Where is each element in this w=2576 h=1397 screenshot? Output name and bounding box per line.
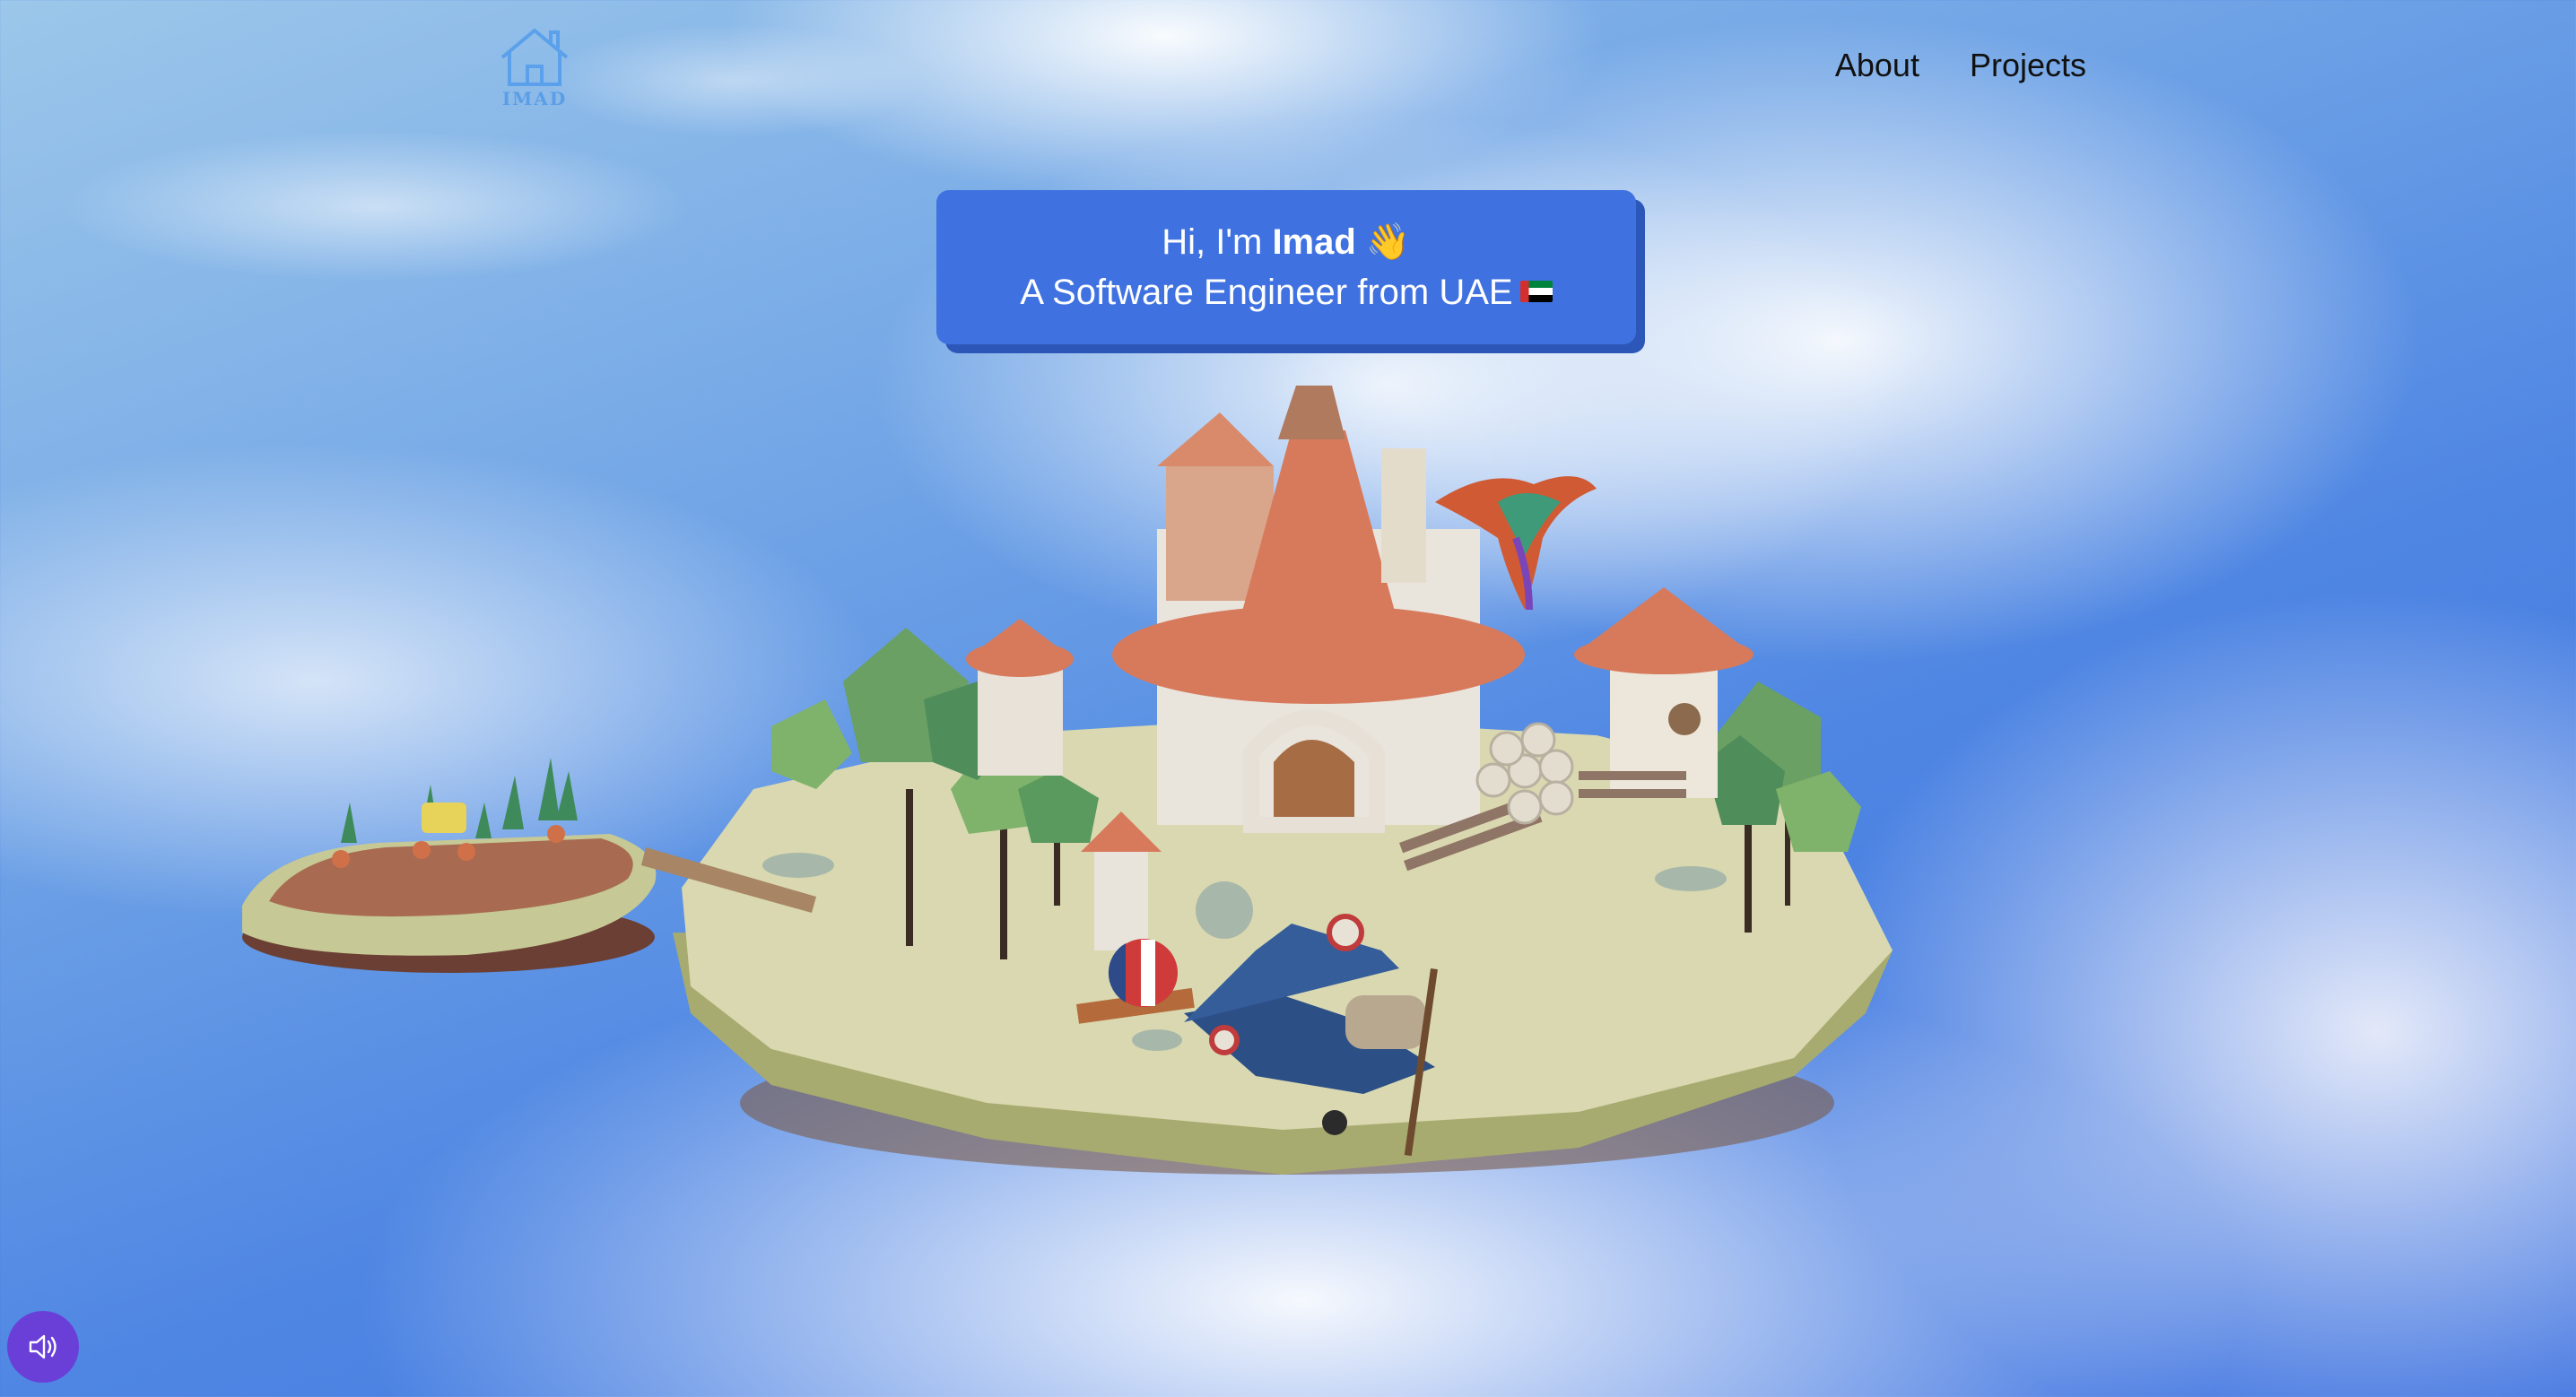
intro-greeting-line: Hi, I'm Imad 👋 bbox=[936, 217, 1636, 267]
top-nav: About Projects bbox=[1835, 47, 2086, 84]
intro-tagline: A Software Engineer from UAE bbox=[1020, 273, 1513, 312]
wave-emoji-icon: 👋 bbox=[1365, 222, 1411, 262]
house-icon bbox=[500, 29, 569, 86]
logo-text: IMAD bbox=[501, 88, 568, 109]
nav-about-link[interactable]: About bbox=[1835, 47, 1919, 84]
uae-flag-icon bbox=[1519, 281, 1553, 303]
intro-name: Imad bbox=[1272, 222, 1356, 262]
greeting-prefix: Hi, I'm bbox=[1162, 222, 1273, 262]
intro-tagline-line: A Software Engineer from UAE bbox=[936, 267, 1636, 317]
speaker-icon bbox=[29, 1334, 57, 1359]
logo[interactable]: IMAD bbox=[495, 25, 574, 115]
sound-toggle-button[interactable] bbox=[7, 1311, 79, 1383]
nav-projects-link[interactable]: Projects bbox=[1970, 47, 2086, 84]
intro-card: Hi, I'm Imad 👋 A Software Engineer from … bbox=[936, 190, 1636, 344]
